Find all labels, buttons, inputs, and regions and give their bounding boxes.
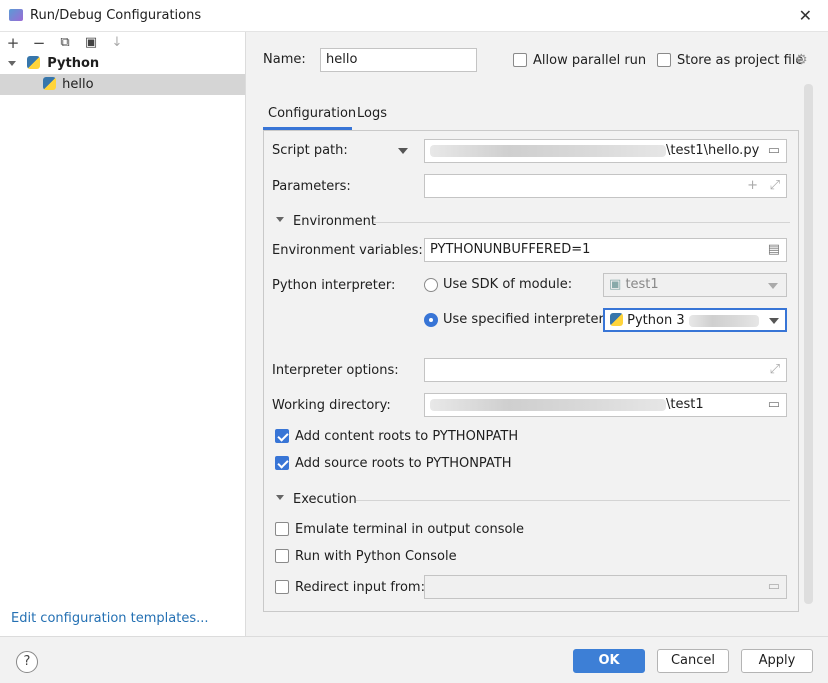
tree-group-label: Python: [47, 56, 100, 71]
dialog-button-bar: ? OK Cancel Apply: [0, 636, 828, 683]
ok-button[interactable]: OK: [573, 649, 645, 673]
add-content-roots-label: Add content roots to PYTHONPATH: [295, 429, 519, 444]
close-icon[interactable]: ✕: [799, 6, 812, 25]
store-project-label: Store as project file: [677, 53, 804, 68]
name-label: Name:: [263, 52, 306, 67]
env-vars-value: PYTHONUNBUFFERED=1: [430, 242, 591, 257]
script-path-input[interactable]: \test1\hello.py ▭: [424, 139, 787, 163]
add-icon[interactable]: +: [4, 34, 22, 52]
module-folder-icon: ▣: [609, 277, 622, 292]
environment-section-title: Environment: [293, 214, 377, 229]
sdk-module-select[interactable]: ▣ test1: [603, 273, 787, 297]
working-directory-label: Working directory:: [272, 398, 391, 413]
redirect-input-label: Redirect input from:: [295, 580, 425, 595]
use-sdk-radio[interactable]: [424, 278, 438, 292]
run-with-console-checkbox[interactable]: [275, 549, 289, 563]
tree-toolbar: + − ⧉ ▣ ↓: [0, 34, 246, 54]
sdk-module-value: test1: [625, 277, 659, 292]
python-interpreter-label: Python interpreter:: [272, 278, 396, 293]
chevron-down-icon: [768, 283, 778, 289]
use-sdk-label: Use SDK of module:: [443, 277, 573, 292]
scrollbar[interactable]: [804, 84, 813, 604]
interpreter-options-input[interactable]: ⤢: [424, 358, 787, 382]
store-project-checkbox[interactable]: [657, 53, 671, 67]
script-type-dropdown-icon[interactable]: [398, 148, 408, 154]
interpreter-options-label: Interpreter options:: [272, 363, 399, 378]
sort-icon[interactable]: ↓: [108, 34, 126, 52]
env-vars-input[interactable]: PYTHONUNBUFFERED=1 ▤: [424, 238, 787, 262]
execution-collapse-icon[interactable]: [276, 495, 284, 500]
help-button[interactable]: ?: [16, 651, 38, 673]
env-vars-label: Environment variables:: [272, 243, 423, 258]
tree-item-hello[interactable]: hello: [0, 74, 245, 95]
use-specified-radio[interactable]: [424, 313, 438, 327]
allow-parallel-checkbox[interactable]: [513, 53, 527, 67]
parameters-label: Parameters:: [272, 179, 351, 194]
working-directory-suffix: \test1: [666, 397, 704, 412]
remove-icon[interactable]: −: [30, 34, 48, 52]
tree-group-python[interactable]: Python: [0, 53, 245, 74]
interpreter-select[interactable]: Python 3: [603, 308, 787, 332]
folder-add-icon[interactable]: ▣: [82, 34, 100, 52]
folder-icon[interactable]: ▭: [768, 579, 780, 594]
emulate-terminal-checkbox[interactable]: [275, 522, 289, 536]
python-icon: [610, 313, 623, 326]
apply-button[interactable]: Apply: [741, 649, 813, 673]
title-bar: Run/Debug Configurations ✕: [0, 0, 828, 32]
script-path-suffix: \test1\hello.py: [666, 143, 760, 158]
edit-env-icon[interactable]: ▤: [768, 242, 780, 257]
working-directory-input[interactable]: \test1 ▭: [424, 393, 787, 417]
section-divider: [374, 222, 790, 223]
redirect-input-checkbox[interactable]: [275, 580, 289, 594]
edit-configuration-templates-link[interactable]: Edit configuration templates...: [11, 611, 209, 626]
allow-parallel-label: Allow parallel run: [533, 53, 647, 68]
tab-configuration[interactable]: Configuration: [268, 106, 356, 121]
blurred-path: [430, 144, 666, 157]
python-icon: [43, 77, 56, 90]
script-path-label: Script path:: [272, 143, 348, 158]
emulate-terminal-label: Emulate terminal in output console: [295, 522, 525, 537]
folder-icon[interactable]: ▭: [768, 143, 780, 158]
add-source-roots-checkbox[interactable]: [275, 456, 289, 470]
expand-icon[interactable]: ⤢: [770, 362, 780, 377]
window-title: Run/Debug Configurations: [30, 8, 202, 23]
expand-chevron-icon[interactable]: [8, 61, 16, 66]
gear-icon[interactable]: ⚙: [795, 52, 808, 68]
add-source-roots-label: Add source roots to PYTHONPATH: [295, 456, 512, 471]
copy-icon[interactable]: ⧉: [56, 34, 74, 52]
section-divider: [356, 500, 790, 501]
add-content-roots-checkbox[interactable]: [275, 429, 289, 443]
tree-item-label: hello: [62, 77, 94, 92]
use-specified-label: Use specified interpreter:: [443, 312, 608, 327]
environment-collapse-icon[interactable]: [276, 217, 284, 222]
expand-icon[interactable]: ⤢: [770, 178, 780, 193]
python-icon: [27, 56, 41, 69]
blurred-path: [430, 398, 666, 411]
parameters-input[interactable]: + ⤢: [424, 174, 787, 198]
blurred-interpreter-path: [688, 314, 759, 327]
name-input[interactable]: hello: [320, 48, 477, 72]
chevron-down-icon: [769, 318, 779, 324]
app-icon: [9, 9, 23, 21]
configuration-tree-pane: + − ⧉ ▣ ↓ Python hello Edit configuratio…: [0, 32, 246, 636]
tab-logs[interactable]: Logs: [357, 106, 387, 121]
folder-icon[interactable]: ▭: [768, 397, 780, 412]
add-macro-icon[interactable]: +: [747, 178, 758, 193]
execution-section-title: Execution: [293, 492, 357, 507]
cancel-button[interactable]: Cancel: [657, 649, 729, 673]
name-value: hello: [326, 52, 358, 67]
interpreter-value: Python 3: [627, 313, 685, 328]
run-with-console-label: Run with Python Console: [295, 549, 457, 564]
redirect-input-field[interactable]: ▭: [424, 575, 787, 599]
